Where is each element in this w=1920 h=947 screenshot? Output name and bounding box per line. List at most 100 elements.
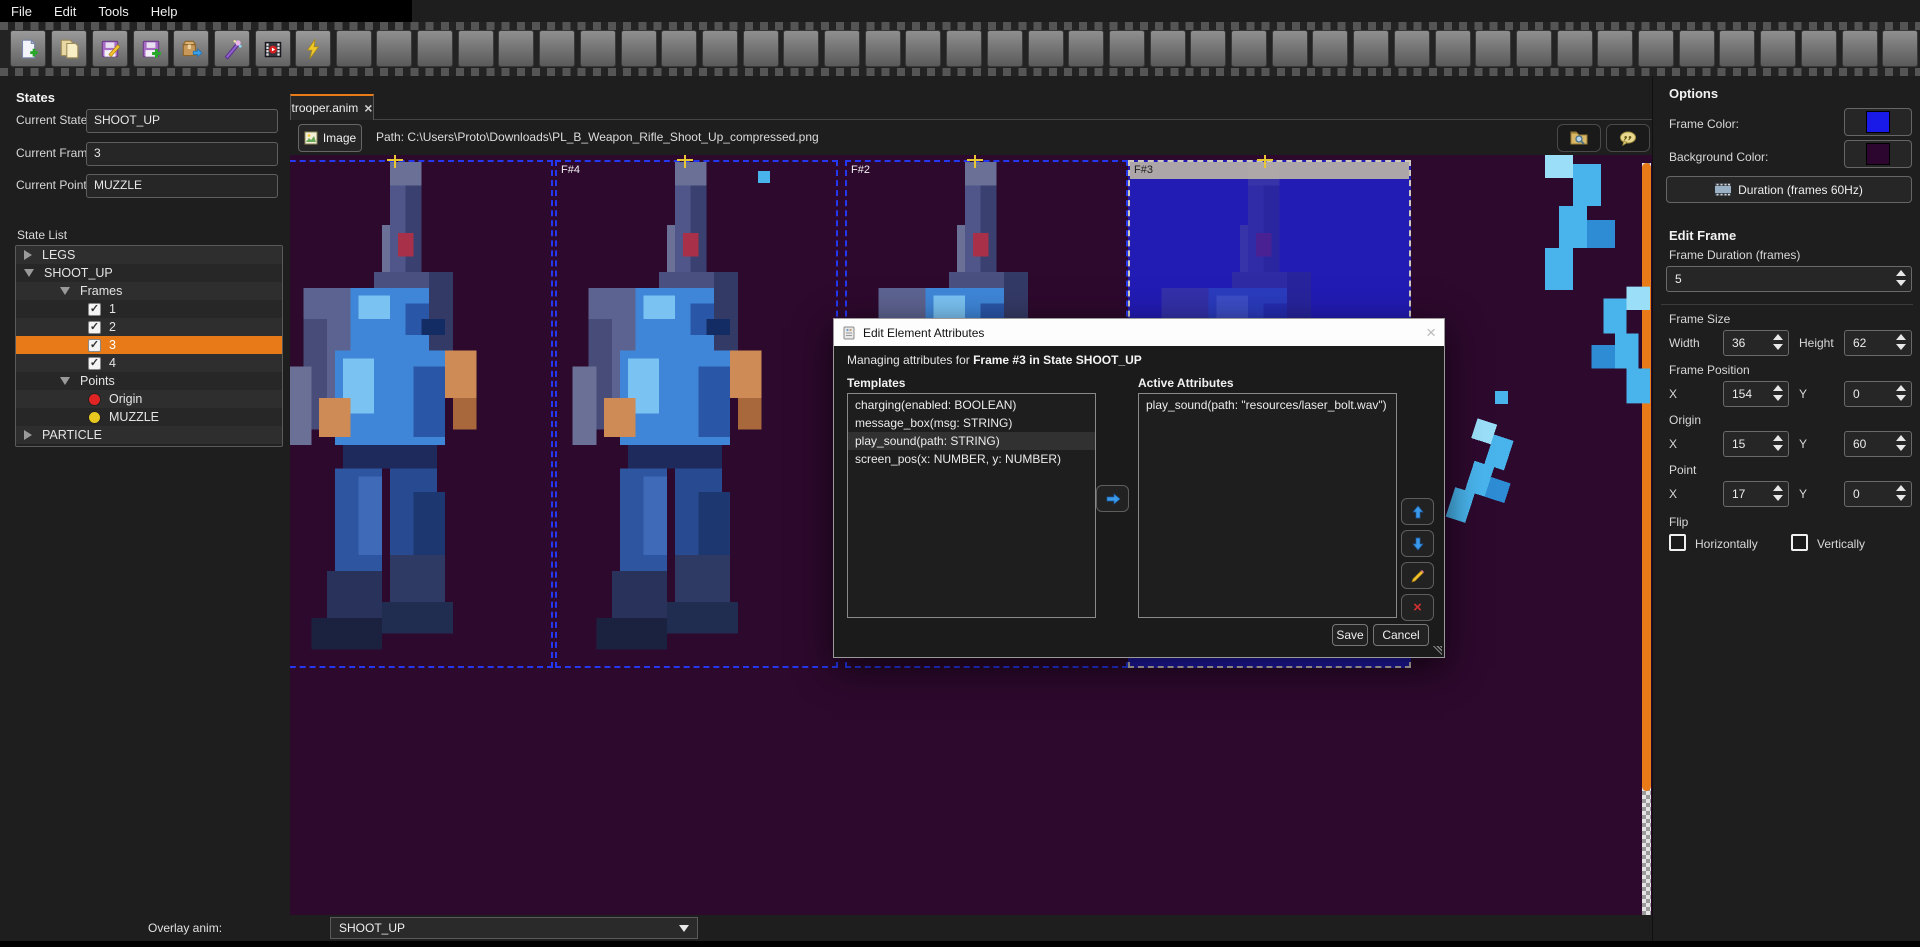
template-item-charging[interactable]: charging(enabled: BOOLEAN) <box>848 396 1095 414</box>
menu-help[interactable]: Help <box>140 1 189 22</box>
spinner-arrows-icon[interactable] <box>1896 334 1906 350</box>
tree-item-frame-2[interactable]: ✓ 2 <box>16 318 282 336</box>
spinner-arrows-icon[interactable] <box>1896 270 1906 286</box>
spinner-arrows-icon[interactable] <box>1773 435 1783 451</box>
collapsed-arrow-icon[interactable] <box>24 430 32 440</box>
template-item-play-sound[interactable]: play_sound(path: STRING) <box>848 432 1095 450</box>
muzzle-crosshair-icon[interactable] <box>387 155 403 168</box>
canvas-scrollbar-thumb[interactable] <box>1642 163 1651 791</box>
save-button[interactable] <box>92 30 128 67</box>
save-button[interactable]: Save <box>1332 624 1368 646</box>
add-attribute-button[interactable] <box>1096 485 1129 512</box>
origin-y-spinner[interactable]: 60 <box>1844 431 1912 457</box>
menu-file[interactable]: File <box>0 1 43 22</box>
dialog-resize-grip[interactable] <box>1433 646 1442 655</box>
tree-item-frame-1[interactable]: ✓ 1 <box>16 300 282 318</box>
dialog-close-icon[interactable]: × <box>1426 323 1436 343</box>
spinner-arrows-icon[interactable] <box>1896 485 1906 501</box>
checkbox-checked-icon[interactable]: ✓ <box>88 357 101 370</box>
flip-horizontal-label: Horizontally <box>1695 537 1758 551</box>
tab-trooper-anim[interactable]: trooper.anim × <box>290 94 374 120</box>
frame-duration-spinner[interactable]: 5 <box>1666 266 1912 292</box>
point-y-spinner[interactable]: 0 <box>1844 481 1912 507</box>
delete-attribute-button[interactable]: × <box>1401 594 1434 621</box>
spinner-arrows-icon[interactable] <box>1773 385 1783 401</box>
height-spinner[interactable]: 62 <box>1844 330 1912 356</box>
templates-list[interactable]: charging(enabled: BOOLEAN) message_box(m… <box>847 393 1096 618</box>
export-package-button[interactable] <box>173 30 209 67</box>
edit-attribute-button[interactable] <box>1401 562 1434 589</box>
magic-wand-button[interactable] <box>214 30 250 67</box>
checkbox-checked-icon[interactable]: ✓ <box>88 321 101 334</box>
tree-label: Frames <box>80 284 122 298</box>
collapsed-arrow-icon[interactable] <box>24 250 32 260</box>
filmstrip-cell <box>1842 30 1878 67</box>
move-up-button[interactable] <box>1401 498 1434 525</box>
checkbox-checked-icon[interactable]: ✓ <box>88 339 101 352</box>
current-state-input[interactable]: SHOOT_UP <box>86 109 278 133</box>
flip-horizontal-checkbox[interactable] <box>1669 534 1686 551</box>
spinner-arrows-icon[interactable] <box>1896 385 1906 401</box>
tree-item-frame-4[interactable]: ✓ 4 <box>16 354 282 372</box>
template-item-screen-pos[interactable]: screen_pos(x: NUMBER, y: NUMBER) <box>848 450 1095 468</box>
tree-item-points[interactable]: Points <box>16 372 282 390</box>
tree-item-frame-3-selected[interactable]: ✓ 3 <box>16 336 282 354</box>
frame-position-label: Frame Position <box>1669 363 1750 377</box>
current-point-row: Current Point: MUZZLE <box>0 174 290 198</box>
template-item-message-box[interactable]: message_box(msg: STRING) <box>848 414 1095 432</box>
duration-filmstrip-icon <box>1715 183 1731 196</box>
film-clip-button[interactable] <box>255 30 291 67</box>
save-as-button[interactable] <box>133 30 169 67</box>
filmstrip-cell <box>1109 30 1145 67</box>
tab-close-icon[interactable]: × <box>364 100 372 116</box>
duration-button[interactable]: Duration (frames 60Hz) <box>1666 176 1912 203</box>
muzzle-crosshair-icon[interactable] <box>677 155 693 168</box>
tree-item-legs[interactable]: LEGS <box>16 246 282 264</box>
spinner-arrows-icon[interactable] <box>1773 334 1783 350</box>
frame-region-4[interactable]: F#4 <box>555 160 838 668</box>
filmstrip-cell <box>1272 30 1308 67</box>
browse-image-button[interactable] <box>1557 124 1601 152</box>
expanded-arrow-icon[interactable] <box>60 287 70 295</box>
lightning-button[interactable] <box>295 30 331 67</box>
point-x-spinner[interactable]: 17 <box>1723 481 1789 507</box>
origin-x-spinner[interactable]: 15 <box>1723 431 1789 457</box>
frame-region-1[interactable] <box>290 160 553 668</box>
copy-page-button[interactable] <box>51 30 87 67</box>
background-color-button[interactable] <box>1844 140 1912 168</box>
tab-label: trooper.anim <box>292 101 359 115</box>
move-down-button[interactable] <box>1401 530 1434 557</box>
cancel-button[interactable]: Cancel <box>1373 624 1429 646</box>
current-point-input[interactable]: MUZZLE <box>86 174 278 198</box>
flip-vertical-checkbox[interactable] <box>1791 534 1808 551</box>
tree-item-frames[interactable]: Frames <box>16 282 282 300</box>
muzzle-crosshair-icon[interactable] <box>967 155 983 168</box>
expanded-arrow-icon[interactable] <box>60 377 70 385</box>
tree-item-particle[interactable]: PARTICLE <box>16 426 282 444</box>
checkbox-checked-icon[interactable]: ✓ <box>88 303 101 316</box>
spinner-arrows-icon[interactable] <box>1896 435 1906 451</box>
comment-button[interactable] <box>1606 124 1650 152</box>
expanded-arrow-icon[interactable] <box>24 269 34 277</box>
pos-x-spinner[interactable]: 154 <box>1723 381 1789 407</box>
new-file-button[interactable] <box>10 30 46 67</box>
dialog-title-bar[interactable]: Edit Element Attributes × <box>834 319 1444 346</box>
spinner-arrows-icon[interactable] <box>1773 485 1783 501</box>
overlay-anim-select[interactable]: SHOOT_UP <box>330 917 698 939</box>
tree-item-origin[interactable]: Origin <box>16 390 282 408</box>
tree-item-muzzle[interactable]: MUZZLE <box>16 408 282 426</box>
active-item-play-sound[interactable]: play_sound(path: "resources/laser_bolt.w… <box>1139 396 1396 414</box>
image-button-label: Image <box>323 131 356 145</box>
menu-tools[interactable]: Tools <box>87 1 139 22</box>
menu-edit[interactable]: Edit <box>43 1 87 22</box>
image-button[interactable]: Image <box>298 124 362 152</box>
tree-item-shoot-up[interactable]: SHOOT_UP <box>16 264 282 282</box>
frame-color-button[interactable] <box>1844 108 1912 136</box>
filmstrip-cell <box>702 30 738 67</box>
current-frame-input[interactable]: 3 <box>86 142 278 166</box>
pos-y-spinner[interactable]: 0 <box>1844 381 1912 407</box>
active-attributes-list[interactable]: play_sound(path: "resources/laser_bolt.w… <box>1138 393 1397 618</box>
muzzle-crosshair-icon[interactable] <box>1257 155 1273 168</box>
dropdown-caret-icon <box>679 925 689 932</box>
width-spinner[interactable]: 36 <box>1723 330 1789 356</box>
